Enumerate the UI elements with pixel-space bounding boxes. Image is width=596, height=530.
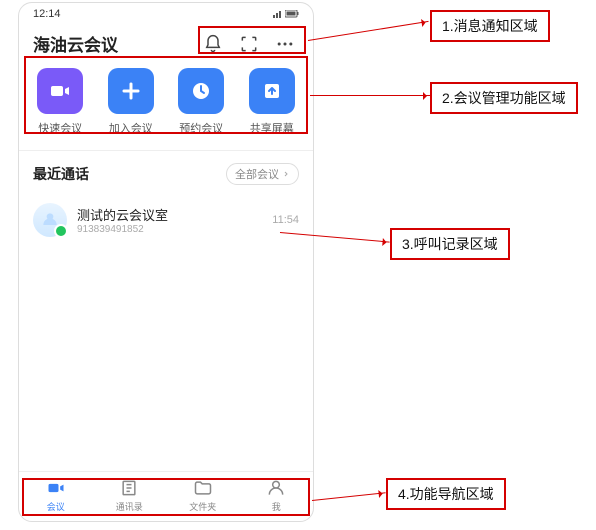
phone-frame: 12:14 海油云会议 快速会议 [18, 2, 314, 522]
annotation-label-2: 2.会议管理功能区域 [430, 82, 578, 114]
share-screen-button[interactable]: 共享屏幕 [240, 68, 304, 136]
recent-title: 最近通话 [33, 164, 89, 184]
nav-me[interactable]: 我 [246, 478, 306, 513]
folder-icon [193, 478, 213, 498]
nav-files[interactable]: 文件夹 [173, 478, 233, 513]
nav-label: 我 [272, 500, 281, 513]
status-indicators [272, 9, 299, 19]
meeting-actions: 快速会议 加入会议 预约会议 共享屏幕 [19, 62, 313, 151]
nav-label: 会议 [47, 500, 65, 513]
share-icon [249, 68, 295, 114]
clock-icon [178, 68, 224, 114]
call-time: 11:54 [272, 214, 299, 226]
nav-contacts[interactable]: 通讯录 [99, 478, 159, 513]
app-title: 海油云会议 [33, 31, 118, 56]
annotation-label-3: 3.呼叫记录区域 [390, 228, 510, 260]
status-bar: 12:14 [19, 3, 313, 25]
action-label: 加入会议 [109, 120, 153, 136]
avatar [33, 203, 67, 237]
action-label: 预约会议 [179, 120, 223, 136]
video-icon [46, 478, 66, 498]
recent-section-header: 最近通话 全部会议 [19, 151, 313, 189]
all-meetings-button[interactable]: 全部会议 [226, 163, 299, 185]
call-info: 测试的云会议室 913839491852 [77, 205, 262, 235]
header-actions [199, 32, 299, 56]
call-item[interactable]: 测试的云会议室 913839491852 11:54 [33, 197, 299, 243]
all-meetings-label: 全部会议 [235, 166, 279, 182]
schedule-meeting-button[interactable]: 预约会议 [169, 68, 233, 136]
more-icon[interactable] [275, 34, 295, 54]
header: 海油云会议 [19, 25, 313, 62]
nav-label: 文件夹 [189, 500, 216, 513]
bell-icon[interactable] [203, 34, 223, 54]
quick-meeting-button[interactable]: 快速会议 [28, 68, 92, 136]
join-meeting-button[interactable]: 加入会议 [99, 68, 163, 136]
annotation-label-4: 4.功能导航区域 [386, 478, 506, 510]
contacts-icon [119, 478, 139, 498]
action-label: 共享屏幕 [250, 120, 294, 136]
action-label: 快速会议 [38, 120, 82, 136]
annotation-arrow [308, 21, 429, 41]
call-name: 测试的云会议室 [77, 205, 262, 224]
scan-icon[interactable] [239, 34, 259, 54]
user-icon [266, 478, 286, 498]
nav-meeting[interactable]: 会议 [26, 478, 86, 513]
call-sub: 913839491852 [77, 224, 262, 235]
call-list: 测试的云会议室 913839491852 11:54 [19, 189, 313, 471]
plus-icon [108, 68, 154, 114]
video-icon [37, 68, 83, 114]
bottom-nav: 会议 通讯录 文件夹 我 [19, 471, 313, 521]
chevron-right-icon [282, 170, 290, 178]
annotation-label-1: 1.消息通知区域 [430, 10, 550, 42]
annotation-arrow [310, 95, 430, 96]
annotation-arrow [312, 492, 386, 501]
status-time: 12:14 [33, 8, 61, 20]
nav-label: 通讯录 [116, 500, 143, 513]
